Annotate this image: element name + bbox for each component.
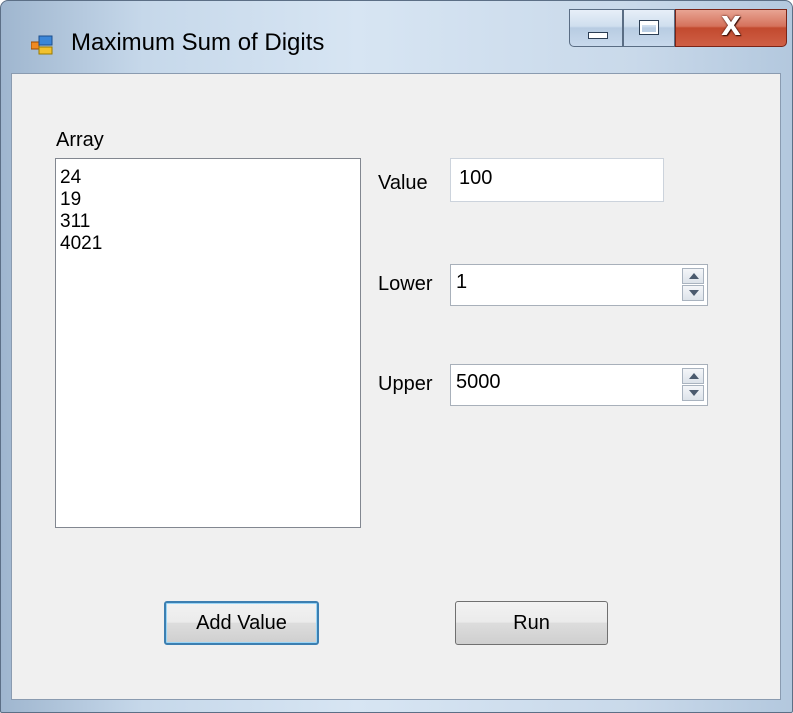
array-listbox[interactable]: 24 19 311 4021 [55, 158, 361, 528]
list-item[interactable]: 24 [60, 167, 360, 189]
array-label: Array [56, 129, 104, 151]
maximize-button[interactable] [623, 9, 675, 47]
list-item[interactable]: 19 [60, 189, 360, 211]
lower-value: 1 [456, 271, 468, 293]
lower-decrement-arrow-icon[interactable] [682, 285, 704, 301]
upper-stepper[interactable]: 5000 [450, 364, 708, 406]
value-input[interactable]: 100 [450, 158, 664, 202]
lower-stepper-buttons [682, 268, 704, 302]
upper-decrement-arrow-icon[interactable] [682, 385, 704, 401]
app-window-icon [31, 35, 53, 55]
maximize-icon [639, 20, 659, 35]
add-value-button[interactable]: Add Value [164, 601, 319, 645]
window-title: Maximum Sum of Digits [71, 29, 325, 56]
run-button[interactable]: Run [455, 601, 608, 645]
list-item[interactable]: 311 [60, 211, 360, 233]
application-window: Maximum Sum of Digits X Array 24 19 311 402… [0, 0, 793, 713]
lower-label: Lower [378, 273, 433, 295]
close-icon: X [720, 12, 742, 42]
lower-stepper[interactable]: 1 [450, 264, 708, 306]
close-button[interactable]: X [675, 9, 787, 47]
lower-increment-arrow-icon[interactable] [682, 268, 704, 284]
list-item[interactable]: 4021 [60, 233, 360, 255]
upper-stepper-buttons [682, 368, 704, 402]
minimize-button[interactable] [569, 9, 623, 47]
caption-buttons: X [569, 9, 787, 49]
upper-increment-arrow-icon[interactable] [682, 368, 704, 384]
upper-value: 5000 [456, 371, 501, 393]
value-label: Value [378, 172, 428, 194]
client-area: Array 24 19 311 4021 Value 100 Lower 1 Uppe… [11, 73, 781, 700]
upper-label: Upper [378, 373, 433, 395]
minimize-icon [588, 32, 608, 39]
